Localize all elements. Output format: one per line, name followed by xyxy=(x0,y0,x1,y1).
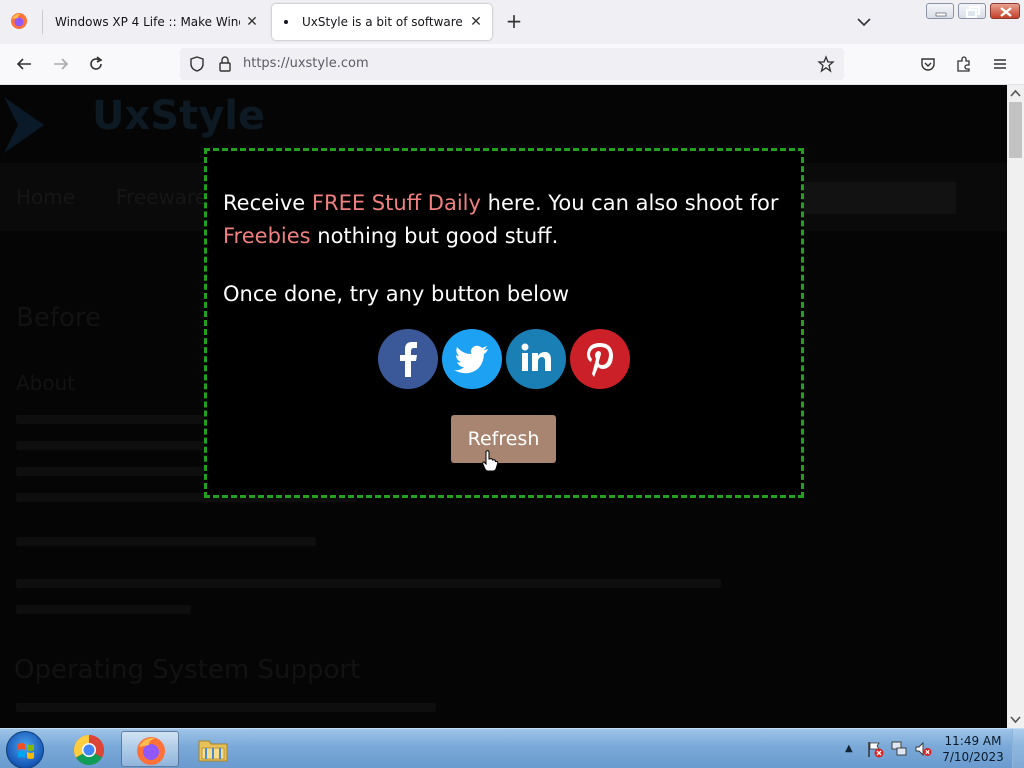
reload-icon[interactable] xyxy=(87,55,105,73)
network-icon[interactable] xyxy=(890,740,908,758)
pinterest-icon xyxy=(587,343,613,377)
page-heading: Before xyxy=(16,303,102,333)
bookmark-star-icon[interactable] xyxy=(817,55,835,73)
show-desktop-button[interactable] xyxy=(1012,729,1024,768)
popup-text: Receive xyxy=(223,191,312,215)
hand-cursor-icon xyxy=(482,450,498,472)
site-logo[interactable]: UxStyle xyxy=(92,93,265,139)
site-search-input[interactable] xyxy=(800,182,956,214)
tab-windows-xp-4-life[interactable]: Windows XP 4 Life :: Make Windows ✕ xyxy=(43,4,268,40)
section-heading: About xyxy=(16,371,76,395)
start-button[interactable] xyxy=(6,731,44,768)
volume-muted-icon[interactable] xyxy=(914,740,932,758)
windows-logo-icon xyxy=(18,743,34,759)
minimize-button[interactable] xyxy=(926,3,954,19)
facebook-share-button[interactable] xyxy=(378,329,438,389)
forward-icon[interactable] xyxy=(52,55,70,73)
text-line xyxy=(16,703,436,712)
text-line xyxy=(16,605,191,614)
tab-title: UxStyle is a bit of software that xyxy=(302,15,462,29)
tab-title: Windows XP 4 Life :: Make Windows xyxy=(55,15,240,29)
tab-loading-dot xyxy=(284,20,288,24)
scroll-thumb[interactable] xyxy=(1009,102,1022,158)
nav-link-home[interactable]: Home xyxy=(16,185,75,209)
tab-strip: Windows XP 4 Life :: Make Windows ✕ UxSt… xyxy=(0,0,1024,44)
folder-icon xyxy=(198,740,228,762)
text-line xyxy=(16,537,316,546)
clock-date: 7/10/2023 xyxy=(942,750,1004,764)
lock-icon[interactable] xyxy=(216,55,234,73)
taskbar-file-explorer[interactable] xyxy=(184,731,242,767)
freebies-link[interactable]: Freebies xyxy=(223,224,311,248)
page-scrollbar[interactable] xyxy=(1007,85,1024,728)
new-tab-button[interactable]: + xyxy=(504,11,524,32)
popup-instruction: Once done, try any button below xyxy=(223,282,570,306)
tray-expand-icon[interactable]: ▲ xyxy=(845,743,853,754)
linkedin-share-button[interactable] xyxy=(506,329,566,389)
logo-icon xyxy=(4,97,44,153)
nav-link-freeware[interactable]: Freeware xyxy=(116,185,207,209)
taskbar-firefox[interactable] xyxy=(121,731,179,767)
clock-time: 11:49 AM xyxy=(944,734,1002,748)
url-text[interactable]: https://uxstyle.com xyxy=(243,56,369,71)
popup-text: here. You can also shoot for xyxy=(480,191,779,215)
free-stuff-link[interactable]: FREE Stuff Daily xyxy=(312,191,481,215)
system-clock[interactable]: 11:49 AM 7/10/2023 xyxy=(942,733,1004,765)
extensions-icon[interactable] xyxy=(955,55,973,73)
tab-uxstyle[interactable]: UxStyle is a bit of software that ✕ xyxy=(272,4,492,40)
taskbar: ▲ 11:49 AM 7/10/2023 xyxy=(0,728,1024,768)
popup-text: nothing but good stuff. xyxy=(310,224,559,248)
chrome-icon xyxy=(73,735,105,766)
chevron-down-icon[interactable] xyxy=(855,14,873,30)
taskbar-chrome[interactable] xyxy=(60,731,118,767)
pocket-icon[interactable] xyxy=(919,55,937,73)
facebook-icon xyxy=(400,342,417,377)
scroll-up-arrow-icon[interactable] xyxy=(1007,85,1024,102)
twitter-share-button[interactable] xyxy=(442,329,502,389)
nav-toolbar: https://uxstyle.com xyxy=(0,44,1024,85)
text-line xyxy=(16,579,721,588)
freebies-popup: Receive FREE Stuff Daily here. You can a… xyxy=(204,148,804,498)
url-bar[interactable]: https://uxstyle.com xyxy=(180,48,844,80)
close-icon[interactable]: ✕ xyxy=(244,14,260,30)
action-center-flag-icon[interactable] xyxy=(866,740,884,758)
firefox-icon[interactable] xyxy=(10,12,28,30)
close-icon[interactable]: ✕ xyxy=(468,14,484,30)
firefox-icon xyxy=(137,737,165,765)
menu-icon[interactable] xyxy=(991,55,1009,73)
back-icon[interactable] xyxy=(15,55,33,73)
section-heading-os-support: Operating System Support xyxy=(14,655,361,685)
close-window-button[interactable] xyxy=(990,3,1020,19)
pinterest-share-button[interactable] xyxy=(570,329,630,389)
restore-button[interactable] xyxy=(958,3,986,19)
linkedin-icon xyxy=(521,343,551,371)
popup-message: Receive FREE Stuff Daily here. You can a… xyxy=(223,187,783,253)
twitter-icon xyxy=(454,345,488,374)
shield-icon[interactable] xyxy=(188,55,206,73)
scroll-down-arrow-icon[interactable] xyxy=(1007,711,1024,728)
refresh-button[interactable]: Refresh xyxy=(451,415,556,463)
